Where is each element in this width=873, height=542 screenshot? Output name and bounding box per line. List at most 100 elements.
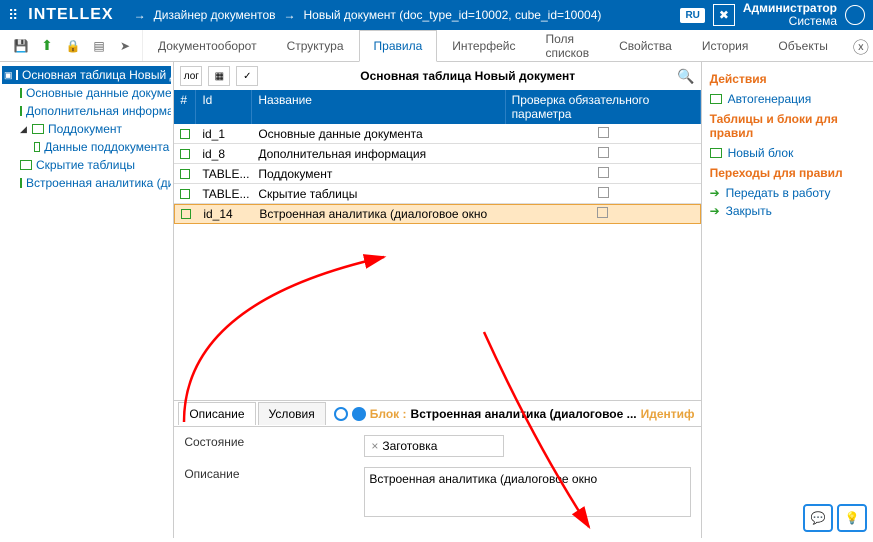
desc-textarea[interactable]: Встроенная аналитика (диалоговое окно (364, 467, 690, 517)
search-icon[interactable]: 🔍 (677, 68, 694, 85)
grid-button[interactable]: ▦ (208, 66, 230, 86)
state-value: Заготовка (382, 439, 437, 453)
grid-row[interactable]: id_1Основные данные документа (174, 124, 700, 144)
state-field[interactable]: × Заготовка (364, 435, 504, 457)
row-icon (180, 169, 190, 179)
caret-down-icon[interactable]: ◢ (20, 124, 28, 135)
avatar-icon[interactable] (845, 5, 865, 25)
send-icon[interactable]: ➤ (114, 35, 136, 57)
actions-header: Действия (710, 72, 865, 86)
cell-name: Основные данные документа (252, 125, 505, 143)
table-icon (20, 106, 22, 116)
table-icon (20, 88, 22, 98)
bottom-panel: Описание Условия Блок : Встроенная анали… (174, 400, 700, 538)
cell-id: id_14 (197, 205, 253, 223)
table-icon (20, 160, 32, 170)
col-name[interactable]: Название (252, 90, 505, 124)
chat-button[interactable]: 💬 (803, 504, 833, 532)
play-icon[interactable] (352, 407, 366, 421)
tree-root[interactable]: ▣ Основная таблица Новый док (2, 66, 171, 84)
user-info[interactable]: Администратор Система (743, 2, 837, 28)
action-label: Новый блок (728, 146, 794, 160)
floating-buttons: 💬 💡 (803, 504, 867, 532)
grid-row[interactable]: id_8Дополнительная информация (174, 144, 700, 164)
close-button[interactable]: ⓧ (843, 30, 873, 61)
desc-label: Описание (184, 467, 364, 520)
toolbar: 💾 ⬆ 🔒 ▤ ➤ Документооборот Структура Прав… (0, 30, 873, 62)
lock-icon[interactable]: 🔒 (62, 35, 84, 57)
action-newblock[interactable]: Новый блок (710, 144, 865, 162)
checkbox[interactable] (598, 147, 609, 158)
checkbox[interactable] (597, 207, 608, 218)
table-icon (20, 178, 22, 188)
tree-item-subdoc[interactable]: ◢Поддокумент (2, 120, 171, 138)
row-icon (181, 209, 191, 219)
remove-tag-icon[interactable]: × (371, 439, 378, 453)
grid-row[interactable]: TABLE...Поддокумент (174, 164, 700, 184)
check-button[interactable]: ✓ (236, 66, 258, 86)
tree-item[interactable]: Основные данные докумен (2, 84, 171, 102)
tab-rules[interactable]: Правила (359, 30, 438, 62)
tree-label: Данные поддокумента (44, 140, 169, 154)
log-button[interactable]: лог (180, 66, 202, 86)
caret-down-icon: ▣ (4, 70, 12, 81)
checkbox[interactable] (598, 167, 609, 178)
tab-properties[interactable]: Свойства (604, 30, 687, 61)
breadcrumb-designer[interactable]: Дизайнер документов (154, 8, 276, 22)
tree-item[interactable]: Дополнительная информац (2, 102, 171, 120)
action-close[interactable]: ➔Закрыть (710, 202, 865, 220)
desc-row: Описание Встроенная аналитика (диалогово… (184, 467, 690, 520)
block-title: Блок : Встроенная аналитика (диалоговое … (328, 407, 701, 421)
state-row: Состояние × Заготовка (184, 435, 690, 457)
tree-label: Скрытие таблицы (36, 158, 135, 172)
logo-text: INTELLEX (28, 6, 113, 24)
tree-item[interactable]: Скрытие таблицы (2, 156, 171, 174)
grid-row-selected[interactable]: id_14Встроенная аналитика (диалоговое ок… (174, 204, 700, 224)
tab-history[interactable]: История (687, 30, 764, 61)
tree-root-label: Основная таблица Новый док (22, 68, 171, 82)
col-id[interactable]: Id (196, 90, 252, 124)
tree-item[interactable]: Данные поддокумента (2, 138, 171, 156)
tab-description[interactable]: Описание (178, 402, 255, 425)
checkbox[interactable] (598, 127, 609, 138)
col-check[interactable]: Проверка обязательного параметра (506, 90, 701, 124)
action-submit[interactable]: ➔Передать в работу (710, 184, 865, 202)
cell-id: id_8 (196, 145, 252, 163)
tab-listfields[interactable]: Поля списков (530, 30, 604, 61)
table-icon (16, 70, 18, 80)
app-header: ⠿ INTELLEX → Дизайнер документов → Новый… (0, 0, 873, 30)
grid-row[interactable]: TABLE...Скрытие таблицы (174, 184, 700, 204)
checkbox[interactable] (598, 187, 609, 198)
logo[interactable]: INTELLEX (28, 6, 133, 24)
row-icon (180, 129, 190, 139)
tab-interface[interactable]: Интерфейс (437, 30, 530, 61)
language-badge[interactable]: RU (680, 8, 704, 23)
center-toolbar: лог ▦ ✓ Основная таблица Новый документ … (174, 62, 700, 90)
tree-label: Встроенная аналитика (диа (26, 176, 171, 190)
tab-conditions[interactable]: Условия (258, 402, 326, 425)
arrow-icon: → (284, 8, 296, 22)
help-icon[interactable] (334, 407, 348, 421)
row-icon (180, 189, 190, 199)
tab-workflow[interactable]: Документооборот (143, 30, 272, 61)
col-icon[interactable]: # (174, 90, 196, 124)
breadcrumb-document[interactable]: Новый документ (doc_type_id=10002, cube_… (304, 8, 602, 22)
center-title: Основная таблица Новый документ (264, 69, 671, 83)
apps-grid-icon[interactable]: ⠿ (8, 7, 18, 24)
cell-name: Встроенная аналитика (диалоговое окно (253, 205, 504, 223)
tree-item[interactable]: Встроенная аналитика (диа (2, 174, 171, 192)
tab-objects[interactable]: Объекты (763, 30, 843, 61)
tools-icon[interactable]: ✖ (713, 4, 735, 26)
table-icon (32, 124, 44, 134)
list-icon[interactable]: ▤ (88, 35, 110, 57)
action-autogen[interactable]: Автогенерация (710, 90, 865, 108)
cell-name: Скрытие таблицы (252, 185, 505, 203)
save-icon[interactable]: 💾 (10, 35, 32, 57)
header-right: RU ✖ Администратор Система (680, 2, 865, 28)
tab-structure[interactable]: Структура (272, 30, 359, 61)
toolbar-icons: 💾 ⬆ 🔒 ▤ ➤ (4, 30, 143, 61)
cell-name: Поддокумент (252, 165, 505, 183)
idea-button[interactable]: 💡 (837, 504, 867, 532)
arrow-right-icon: ➔ (710, 186, 720, 200)
upload-icon[interactable]: ⬆ (36, 35, 58, 57)
